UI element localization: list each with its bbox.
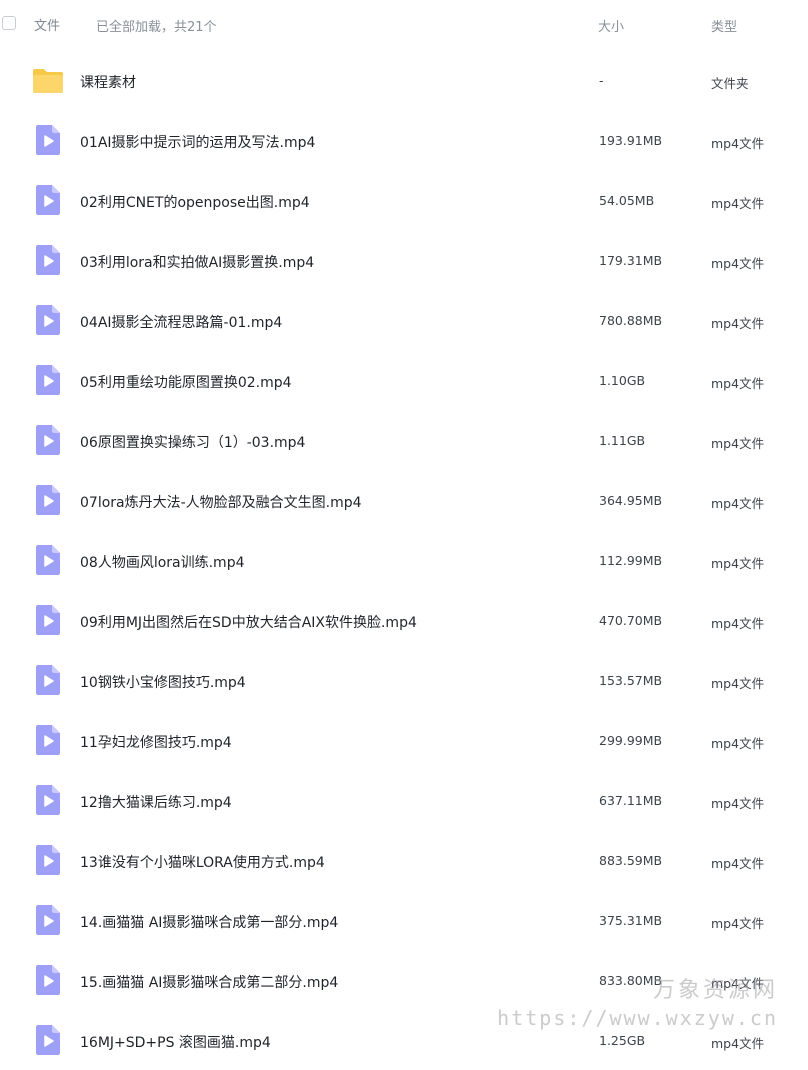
file-size: 1.11GB bbox=[599, 433, 646, 448]
video-file-icon bbox=[32, 784, 64, 816]
file-size: 1.25GB bbox=[599, 1033, 646, 1048]
file-row[interactable]: 08人物画风lora训练.mp4 112.99MB mp4文件 bbox=[0, 530, 808, 590]
file-row[interactable]: 16MJ+SD+PS 滚图画猫.mp4 1.25GB mp4文件 bbox=[0, 1010, 808, 1070]
file-name[interactable]: 12撸大猫课后练习.mp4 bbox=[80, 792, 232, 812]
file-name[interactable]: 07lora炼丹大法-人物脸部及融合文生图.mp4 bbox=[80, 492, 362, 512]
video-file-icon bbox=[32, 424, 64, 456]
file-size: 833.80MB bbox=[599, 973, 663, 988]
file-name[interactable]: 01AI摄影中提示词的运用及写法.mp4 bbox=[80, 132, 315, 152]
file-row[interactable]: 07lora炼丹大法-人物脸部及融合文生图.mp4 364.95MB mp4文件 bbox=[0, 470, 808, 530]
file-type: mp4文件 bbox=[711, 916, 765, 931]
file-name[interactable]: 课程素材 bbox=[80, 72, 136, 92]
file-row[interactable]: 15.画猫猫 AI摄影猫咪合成第二部分.mp4 833.80MB mp4文件 bbox=[0, 950, 808, 1010]
file-type: mp4文件 bbox=[711, 196, 765, 211]
file-size: 299.99MB bbox=[599, 733, 663, 748]
file-row[interactable]: 02利用CNET的openpose出图.mp4 54.05MB mp4文件 bbox=[0, 170, 808, 230]
video-file-icon bbox=[32, 304, 64, 336]
column-header-name[interactable]: 文件 bbox=[34, 15, 60, 34]
file-size: - bbox=[599, 73, 604, 88]
file-size: 1.10GB bbox=[599, 373, 646, 388]
file-list-header: 文件 已全部加载，共21个 大小 类型 bbox=[0, 0, 808, 50]
file-type: mp4文件 bbox=[711, 616, 765, 631]
file-name[interactable]: 14.画猫猫 AI摄影猫咪合成第一部分.mp4 bbox=[80, 912, 338, 932]
file-row[interactable]: 09利用MJ出图然后在SD中放大结合AIX软件换脸.mp4 470.70MB mp4… bbox=[0, 590, 808, 650]
file-name[interactable]: 09利用MJ出图然后在SD中放大结合AIX软件换脸.mp4 bbox=[80, 612, 417, 632]
file-name[interactable]: 04AI摄影全流程思路篇-01.mp4 bbox=[80, 312, 282, 332]
file-type: mp4文件 bbox=[711, 256, 765, 271]
file-size: 364.95MB bbox=[599, 493, 663, 508]
file-name[interactable]: 02利用CNET的openpose出图.mp4 bbox=[80, 192, 310, 212]
file-name[interactable]: 08人物画风lora训练.mp4 bbox=[80, 552, 245, 572]
file-name[interactable]: 13谁没有个小猫咪LORA使用方式.mp4 bbox=[80, 852, 325, 872]
file-row[interactable]: 03利用lora和实拍做AI摄影置换.mp4 179.31MB mp4文件 bbox=[0, 230, 808, 290]
video-file-icon bbox=[32, 124, 64, 156]
file-type: mp4文件 bbox=[711, 556, 765, 571]
folder-icon bbox=[32, 64, 64, 96]
file-type: mp4文件 bbox=[711, 496, 765, 511]
video-file-icon bbox=[32, 1024, 64, 1056]
file-size: 54.05MB bbox=[599, 193, 655, 208]
file-name[interactable]: 03利用lora和实拍做AI摄影置换.mp4 bbox=[80, 252, 314, 272]
file-size: 780.88MB bbox=[599, 313, 663, 328]
video-file-icon bbox=[32, 664, 64, 696]
file-name[interactable]: 06原图置换实操练习（1）-03.mp4 bbox=[80, 432, 305, 452]
file-type: mp4文件 bbox=[711, 316, 765, 331]
video-file-icon bbox=[32, 244, 64, 276]
video-file-icon bbox=[32, 364, 64, 396]
video-file-icon bbox=[32, 184, 64, 216]
video-file-icon bbox=[32, 964, 64, 996]
video-file-icon bbox=[32, 724, 64, 756]
file-size: 637.11MB bbox=[599, 793, 663, 808]
file-row[interactable]: 11孕妇龙修图技巧.mp4 299.99MB mp4文件 bbox=[0, 710, 808, 770]
file-type: mp4文件 bbox=[711, 436, 765, 451]
column-header-size[interactable]: 大小 bbox=[598, 16, 624, 35]
video-file-icon bbox=[32, 484, 64, 516]
file-type: mp4文件 bbox=[711, 976, 765, 991]
file-row[interactable]: 04AI摄影全流程思路篇-01.mp4 780.88MB mp4文件 bbox=[0, 290, 808, 350]
video-file-icon bbox=[32, 544, 64, 576]
select-all-checkbox[interactable] bbox=[2, 16, 16, 30]
file-size: 112.99MB bbox=[599, 553, 663, 568]
file-name[interactable]: 15.画猫猫 AI摄影猫咪合成第二部分.mp4 bbox=[80, 972, 338, 992]
file-type: mp4文件 bbox=[711, 676, 765, 691]
file-row[interactable]: 01AI摄影中提示词的运用及写法.mp4 193.91MB mp4文件 bbox=[0, 110, 808, 170]
file-size: 153.57MB bbox=[599, 673, 663, 688]
file-row[interactable]: 课程素材 - 文件夹 bbox=[0, 50, 808, 110]
file-name[interactable]: 16MJ+SD+PS 滚图画猫.mp4 bbox=[80, 1032, 271, 1052]
file-row[interactable]: 06原图置换实操练习（1）-03.mp4 1.11GB mp4文件 bbox=[0, 410, 808, 470]
video-file-icon bbox=[32, 904, 64, 936]
file-size: 883.59MB bbox=[599, 853, 663, 868]
file-row[interactable]: 05利用重绘功能原图置换02.mp4 1.10GB mp4文件 bbox=[0, 350, 808, 410]
file-size: 193.91MB bbox=[599, 133, 663, 148]
file-type: mp4文件 bbox=[711, 796, 765, 811]
file-type: mp4文件 bbox=[711, 376, 765, 391]
file-row[interactable]: 10钢铁小宝修图技巧.mp4 153.57MB mp4文件 bbox=[0, 650, 808, 710]
file-row[interactable]: 14.画猫猫 AI摄影猫咪合成第一部分.mp4 375.31MB mp4文件 bbox=[0, 890, 808, 950]
file-type: mp4文件 bbox=[711, 856, 765, 871]
file-name[interactable]: 10钢铁小宝修图技巧.mp4 bbox=[80, 672, 246, 692]
file-type: mp4文件 bbox=[711, 736, 765, 751]
file-row[interactable]: 13谁没有个小猫咪LORA使用方式.mp4 883.59MB mp4文件 bbox=[0, 830, 808, 890]
file-size: 179.31MB bbox=[599, 253, 663, 268]
file-size: 470.70MB bbox=[599, 613, 663, 628]
file-type: 文件夹 bbox=[711, 76, 749, 91]
file-type: mp4文件 bbox=[711, 136, 765, 151]
column-header-type[interactable]: 类型 bbox=[711, 16, 737, 35]
file-size: 375.31MB bbox=[599, 913, 663, 928]
file-name[interactable]: 05利用重绘功能原图置换02.mp4 bbox=[80, 372, 292, 392]
video-file-icon bbox=[32, 844, 64, 876]
file-row[interactable]: 12撸大猫课后练习.mp4 637.11MB mp4文件 bbox=[0, 770, 808, 830]
file-name[interactable]: 11孕妇龙修图技巧.mp4 bbox=[80, 732, 232, 752]
load-status: 已全部加载，共21个 bbox=[96, 20, 217, 35]
video-file-icon bbox=[32, 604, 64, 636]
